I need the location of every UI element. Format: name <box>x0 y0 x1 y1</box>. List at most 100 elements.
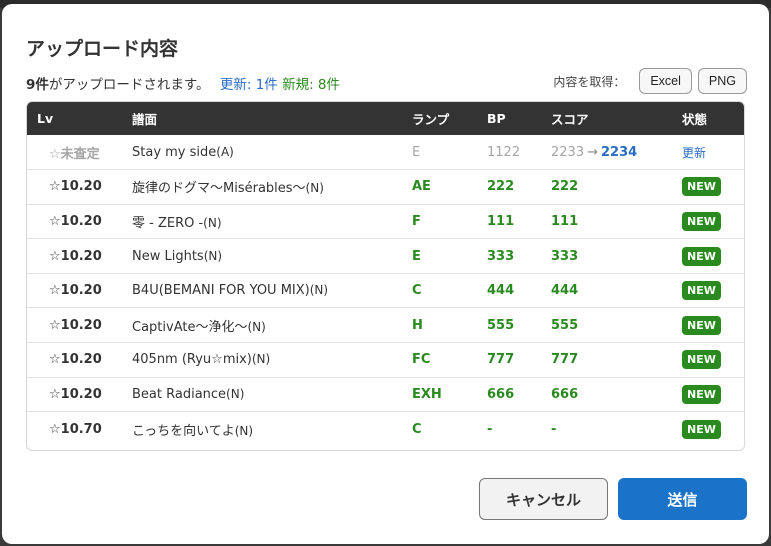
row-status: NEW <box>682 308 744 343</box>
row-bp: 666 <box>487 386 515 402</box>
row-bp: 444 <box>487 283 515 299</box>
header-chart: 譜面 <box>132 112 158 127</box>
table-row: ☆未査定 Stay my side(A) E 1122 2233 → 2234 更新 <box>27 135 744 170</box>
row-score-old: 2233 <box>551 144 585 160</box>
status-new-badge: NEW <box>682 384 721 404</box>
row-diff: (N) <box>234 423 254 438</box>
summary-suffix: がアップロードされます。 <box>48 77 210 93</box>
row-status: NEW <box>682 343 744 378</box>
upload-dialog: アップロード内容 9件がアップロードされます。 更新: 1件 新規: 8件 内容… <box>2 4 769 544</box>
row-bp: 222 <box>487 179 515 195</box>
row-status: NEW <box>682 204 744 239</box>
row-score: 222 <box>551 179 579 195</box>
status-updated: 更新 <box>682 145 707 160</box>
row-lamp: AE <box>412 179 431 195</box>
row-lv: ☆未査定 <box>49 146 100 162</box>
header-lv: Lv <box>37 111 54 126</box>
row-title: CaptivAte〜浄化〜(N) <box>132 308 412 343</box>
row-score: 666 <box>551 386 579 402</box>
upload-summary: 9件がアップロードされます。 更新: 1件 新規: 8件 <box>26 73 340 93</box>
table-row: ☆10.20 New Lights(N) E 333 333 NEW <box>27 238 744 274</box>
row-title-text: 旋律のドグマ〜Misérables〜 <box>132 181 306 197</box>
row-bp: 111 <box>487 213 515 229</box>
status-new-badge: NEW <box>682 246 721 266</box>
table-row: ☆10.20 CaptivAte〜浄化〜(N) H 555 555 NEW <box>27 307 744 343</box>
row-status: NEW <box>682 239 744 274</box>
row-lv: ☆10.20 <box>49 283 102 299</box>
row-title-text: New Lights <box>132 248 204 264</box>
row-lamp: EXH <box>412 386 442 402</box>
row-title-text: こっちを向いてよ <box>132 423 235 439</box>
row-lv: ☆10.20 <box>49 317 102 333</box>
header-bp: BP <box>487 111 506 126</box>
row-diff: (N) <box>247 319 266 334</box>
export-excel-button[interactable]: Excel <box>639 68 692 94</box>
row-lv: ☆10.70 <box>49 421 102 437</box>
row-score: 111 <box>551 213 579 229</box>
row-title-text: CaptivAte〜浄化〜 <box>132 319 248 335</box>
row-lamp: FC <box>412 352 431 368</box>
header-score: スコア <box>551 112 589 127</box>
row-diff: (A) <box>216 144 234 159</box>
row-lamp: E <box>412 248 421 264</box>
row-title: 零 - ZERO -(N) <box>132 204 412 239</box>
cancel-button[interactable]: キャンセル <box>479 478 608 520</box>
row-bp: 777 <box>487 352 515 368</box>
row-score: 444 <box>551 283 579 299</box>
table-row: ☆10.70 こっちを向いてよ(N) C - - NEW <box>27 411 744 447</box>
row-status: NEW <box>682 412 744 447</box>
row-bp: 555 <box>487 317 515 333</box>
row-diff: (N) <box>305 181 324 196</box>
status-new-badge: NEW <box>682 315 721 335</box>
row-diff: (N) <box>226 386 245 401</box>
table-row: ☆10.20 Beat Radiance(N) EXH 666 666 NEW <box>27 377 744 412</box>
row-title: 405nm (Ryu☆mix)(N) <box>132 343 412 378</box>
row-title-text: B4U(BEMANI FOR YOU MIX) <box>132 283 310 299</box>
summary-updated: 更新: 1件 <box>219 77 278 93</box>
row-score: - <box>551 421 557 437</box>
send-button[interactable]: 送信 <box>618 478 747 520</box>
row-title: Stay my side(A) <box>132 135 412 170</box>
row-score: 555 <box>551 317 579 333</box>
row-diff: (N) <box>203 248 223 263</box>
row-bp: 1122 <box>487 144 521 160</box>
row-lamp: H <box>412 317 423 333</box>
row-title: Beat Radiance(N) <box>132 377 412 412</box>
row-title-text: Beat Radiance <box>132 386 227 402</box>
row-bp: 333 <box>487 248 515 264</box>
row-title: B4U(BEMANI FOR YOU MIX)(N) <box>132 273 412 308</box>
upload-table: Lv 譜面 ランプ BP スコア 状態 ☆未査定 Stay my side(A)… <box>26 101 745 451</box>
row-title: New Lights(N) <box>132 239 412 274</box>
row-lv: ☆10.20 <box>49 352 102 368</box>
row-bp: - <box>487 421 493 437</box>
status-new-badge: NEW <box>682 177 721 197</box>
status-new-badge: NEW <box>682 211 721 231</box>
row-title-text: Stay my side <box>132 144 217 160</box>
row-score: 777 <box>551 352 579 368</box>
row-score: 333 <box>551 248 579 264</box>
row-score-new: 2234 <box>601 144 638 160</box>
row-lamp: C <box>412 283 422 299</box>
row-score: 2233 → 2234 <box>551 135 682 170</box>
row-lamp: F <box>412 213 421 229</box>
table-row: ☆10.20 B4U(BEMANI FOR YOU MIX)(N) C 444 … <box>27 273 744 308</box>
table-row: ☆10.20 405nm (Ryu☆mix)(N) FC 777 777 NEW <box>27 342 744 378</box>
row-status: 更新 <box>682 135 744 170</box>
row-lv: ☆10.20 <box>49 179 102 195</box>
dialog-title: アップロード内容 <box>26 38 179 60</box>
export-controls: 内容を取得： Excel PNG <box>553 68 747 94</box>
row-title-text: 零 - ZERO - <box>132 215 204 231</box>
status-new-badge: NEW <box>682 350 721 370</box>
row-diff: (N) <box>203 215 222 230</box>
export-png-button[interactable]: PNG <box>697 68 747 94</box>
table-row: ☆10.20 旋律のドグマ〜Misérables〜(N) AE 222 222 … <box>27 169 744 205</box>
row-lv: ☆10.20 <box>49 386 102 402</box>
table-row: ☆10.20 零 - ZERO -(N) F 111 111 NEW <box>27 204 744 239</box>
row-title-text: 405nm (Ryu☆mix) <box>132 352 252 368</box>
row-diff: (N) <box>309 283 329 298</box>
row-lamp: C <box>412 421 422 437</box>
export-label: 内容を取得： <box>553 74 626 89</box>
row-title: 旋律のドグマ〜Misérables〜(N) <box>132 170 412 205</box>
row-status: NEW <box>682 377 744 412</box>
row-lv: ☆10.20 <box>49 248 102 264</box>
